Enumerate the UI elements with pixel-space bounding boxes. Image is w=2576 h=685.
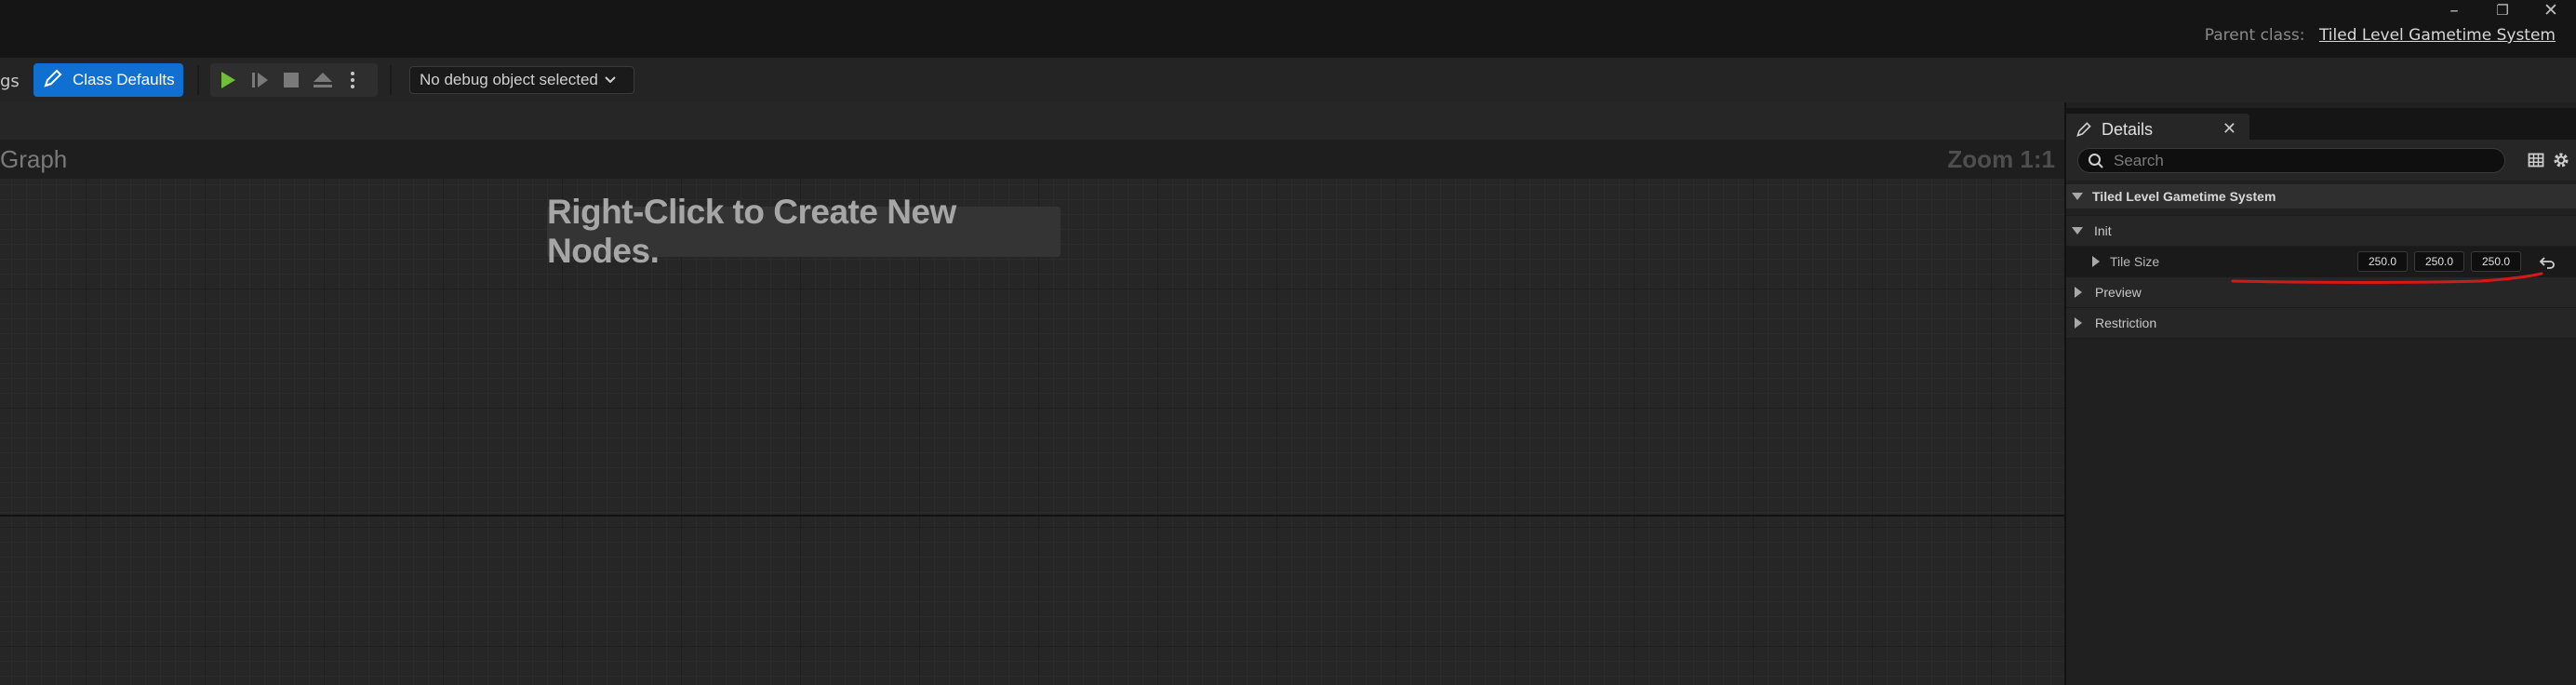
settings-button-fragment[interactable]: gs [0,72,20,91]
minimize-button[interactable]: – [2430,0,2478,20]
more-options-icon [351,72,354,88]
parent-class-link[interactable]: Tiled Level Gametime System [2319,26,2556,45]
subcategory-init[interactable]: Init [2066,215,2576,246]
chevron-down-icon [605,76,616,84]
close-tab-icon[interactable]: ✕ [2222,119,2236,139]
eject-icon [314,73,332,87]
create-nodes-hint: Right-Click to Create New Nodes. [547,193,1061,270]
restriction-label: Restriction [2095,316,2157,330]
graph-title: Graph [0,145,68,173]
toolbar-divider [197,65,199,95]
debug-object-label: No debug object selected [420,71,598,88]
close-window-button[interactable]: ✕ [2527,0,2575,20]
blueprint-toolbar: gs Class Defaults No debug object select… [0,58,2576,102]
zoom-level: Zoom 1:1 [1947,145,2055,173]
stop-icon [284,73,299,87]
restore-button[interactable]: ❐ [2478,0,2527,20]
details-search-row [2066,140,2576,181]
play-icon [221,72,235,88]
graph-origin-axis [0,515,2064,517]
close-icon: ✕ [2543,0,2558,20]
more-options-button[interactable] [340,63,365,97]
category-tiled-level-gametime-system[interactable]: Tiled Level Gametime System [2066,184,2576,208]
subcategory-restriction[interactable]: Restriction [2066,307,2576,338]
eject-button[interactable] [307,63,339,97]
event-graph-canvas[interactable]: Graph Zoom 1:1 Right-Click to Create New… [0,102,2064,685]
play-button[interactable] [212,63,244,97]
search-icon [2089,153,2103,168]
pencil-icon [2076,122,2091,137]
pencil-icon [43,68,63,93]
expand-arrow-icon[interactable] [2092,256,2100,267]
settings-button[interactable] [2550,149,2572,171]
details-panel: Details ✕ Tiled Level Gametime [2066,102,2576,685]
category-label: Tiled Level Gametime System [2092,189,2276,204]
graph-header: Graph Zoom 1:1 [0,140,2064,179]
divider [2066,338,2576,339]
step-button[interactable] [244,63,275,97]
init-label: Init [2094,223,2112,238]
preview-label: Preview [2095,285,2142,300]
debug-object-dropdown[interactable]: No debug object selected [409,66,634,94]
search-input[interactable] [2114,151,2486,170]
class-defaults-label: Class Defaults [73,71,175,88]
tile-size-label: Tile Size [2110,254,2160,269]
details-tab-strip: Details ✕ [2066,108,2576,145]
property-matrix-button[interactable] [2525,149,2547,171]
details-tab-label: Details [2102,119,2154,139]
expand-arrow-icon [2075,287,2082,298]
restore-icon: ❐ [2496,2,2509,19]
stop-button[interactable] [275,63,307,97]
details-search[interactable] [2077,148,2505,173]
parent-class-info: Parent class: Tiled Level Gametime Syste… [2205,26,2556,45]
expand-arrow-icon [2075,317,2082,329]
annotation-underline [2231,272,2543,284]
play-controls [210,63,378,97]
minimize-icon: – [2449,0,2459,20]
parent-class-label: Parent class: [2204,26,2305,45]
gear-icon [2554,153,2569,168]
toolbar-divider [390,65,392,95]
class-defaults-button[interactable]: Class Defaults [33,63,183,97]
title-bar: – ❐ ✕ Parent class: Tiled Level Gametime… [0,0,2576,58]
table-icon [2528,153,2544,168]
step-icon [252,73,268,87]
expand-arrow-icon [2072,193,2083,200]
expand-arrow-icon [2072,227,2083,235]
